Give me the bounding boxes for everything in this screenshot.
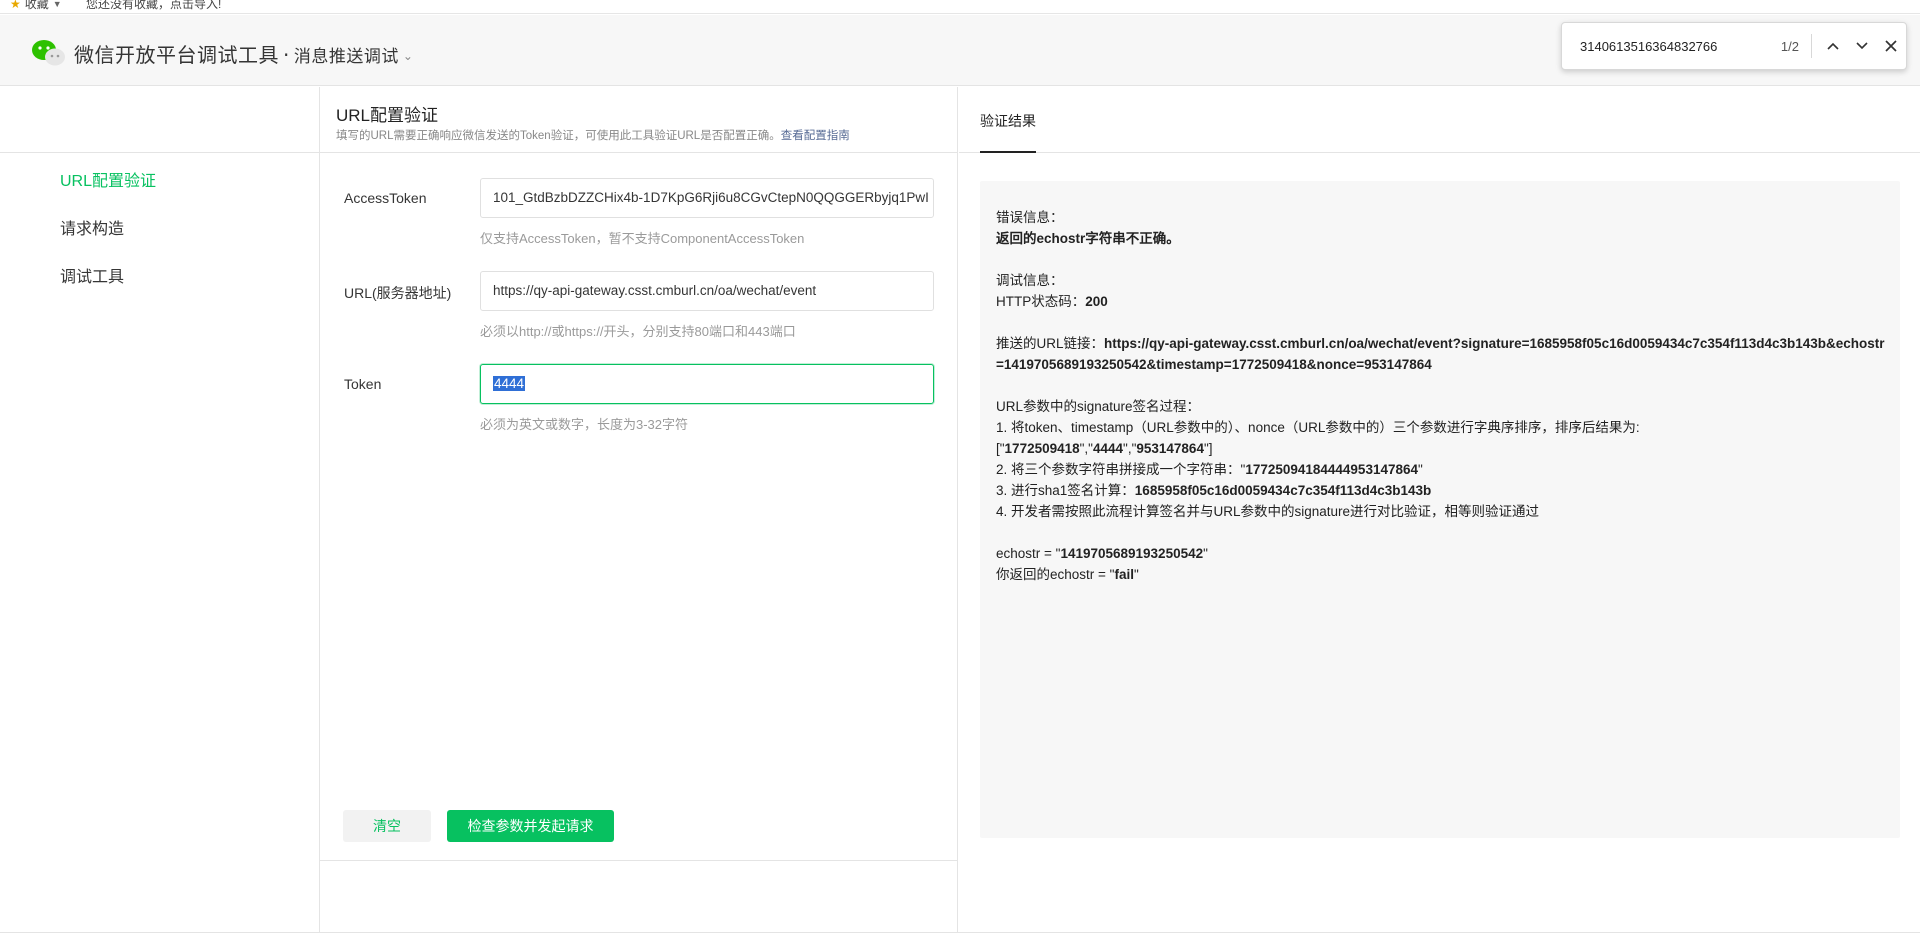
wechat-logo-icon: [32, 40, 65, 66]
chevron-down-icon: ⌄: [402, 49, 414, 63]
token-label: Token: [344, 376, 382, 392]
form-title: URL配置验证: [336, 106, 439, 125]
debug-title: 调试信息：: [996, 273, 1064, 288]
bookmarks-bar: ★ 收藏 ▼ 您还没有收藏，点击导入!: [0, 0, 1920, 14]
chevron-down-icon: [1856, 42, 1868, 50]
find-next-button[interactable]: [1847, 31, 1876, 61]
find-bar: 1/2: [1561, 22, 1907, 70]
find-match-count: 1/2: [1780, 38, 1799, 54]
sidebar-item-request-build[interactable]: 请求构造: [60, 215, 124, 239]
access-token-label: AccessToken: [344, 190, 427, 206]
chevron-down-icon: ▼: [52, 0, 62, 9]
bookmarks-favorites-label: 收藏: [24, 0, 49, 11]
result-content: 错误信息： 返回的echostr字符串不正确。 调试信息： HTTP状态码：20…: [980, 181, 1900, 838]
http-status: HTTP状态码：200: [996, 294, 1108, 309]
find-input[interactable]: [1580, 38, 1750, 54]
app-subtitle: 消息推送调试: [293, 47, 399, 67]
form-description-text: 填写的URL需要正确响应微信发送的Token验证，可使用此工具验证URL是否配置…: [336, 130, 781, 142]
url-input[interactable]: https://qy-api-gateway.csst.cmburl.cn/oa…: [480, 271, 934, 311]
error-message: 返回的echostr字符串不正确。: [996, 231, 1180, 246]
submit-button[interactable]: 检查参数并发起请求: [447, 810, 614, 842]
chevron-up-icon: [1827, 42, 1839, 50]
signature-step-3: 3. 进行sha1签名计算：1685958f05c16d0059434c7c35…: [996, 483, 1432, 498]
find-prev-button[interactable]: [1818, 31, 1847, 61]
signature-title: URL参数中的signature签名过程：: [996, 399, 1201, 414]
bookmarks-favorites[interactable]: ★ 收藏 ▼: [10, 0, 62, 12]
tab-verify-result[interactable]: 验证结果: [980, 111, 1036, 153]
url-hint: 必须以http://或https://开头，分别支持80端口和443端口: [480, 324, 796, 339]
url-label: URL(服务器地址): [344, 285, 452, 301]
token-input[interactable]: 4444: [480, 364, 934, 404]
star-icon: ★: [10, 0, 21, 11]
token-input-selected-text: 4444: [493, 376, 526, 391]
form-footer: [320, 860, 958, 940]
signature-step-2: 2. 将三个参数字符串拼接成一个字符串："1772509418444495314…: [996, 462, 1423, 477]
title-separator: ·: [283, 43, 290, 67]
app-title[interactable]: 微信开放平台调试工具 · 消息推送调试 ⌄: [74, 39, 413, 68]
find-divider: [1810, 34, 1812, 58]
echostr-expected: echostr = "1419705689193250542": [996, 546, 1208, 561]
sidebar-item-url-config[interactable]: URL配置验证: [60, 167, 156, 191]
bottom-edge: [0, 932, 1920, 940]
close-icon: [1885, 40, 1897, 52]
token-hint: 必须为英文或数字，长度为3-32字符: [480, 417, 689, 432]
push-url: 推送的URL链接：https://qy-api-gateway.csst.cmb…: [996, 336, 1885, 372]
error-title: 错误信息：: [996, 210, 1064, 225]
clear-button[interactable]: 清空: [343, 810, 431, 842]
sidebar-item-debug-tools[interactable]: 调试工具: [60, 263, 124, 287]
bookmarks-hint[interactable]: 您还没有收藏，点击导入!: [86, 0, 221, 12]
echostr-returned: 你返回的echostr = "fail": [996, 567, 1139, 582]
access-token-hint: 仅支持AccessToken，暂不支持ComponentAccessToken: [480, 231, 805, 246]
form-description: 填写的URL需要正确响应微信发送的Token验证，可使用此工具验证URL是否配置…: [336, 127, 850, 143]
app-title-main: 微信开放平台调试工具: [74, 43, 279, 67]
signature-step-1-result: ["1772509418","4444","953147864"]: [996, 441, 1213, 456]
result-header: 验证结果: [959, 87, 1920, 153]
form-header: URL配置验证 填写的URL需要正确响应微信发送的Token验证，可使用此工具验…: [320, 87, 958, 153]
sidebar-header: [0, 87, 320, 153]
access-token-input[interactable]: 101_GtdBzbDZZCHix4b-1D7KpG6Rji6u8CGvCtep…: [480, 178, 934, 218]
guide-link[interactable]: 查看配置指南: [781, 130, 850, 142]
find-close-button[interactable]: [1877, 31, 1906, 61]
result-panel: 验证结果 错误信息： 返回的echostr字符串不正确。 调试信息： HTTP状…: [959, 87, 1920, 940]
signature-step-1: 1. 将token、timestamp（URL参数中的）、nonce（URL参数…: [996, 420, 1640, 435]
sidebar: URL配置验证 请求构造 调试工具: [0, 87, 320, 940]
signature-step-4: 4. 开发者需按照此流程计算签名并与URL参数中的signature进行对比验证…: [996, 504, 1540, 519]
